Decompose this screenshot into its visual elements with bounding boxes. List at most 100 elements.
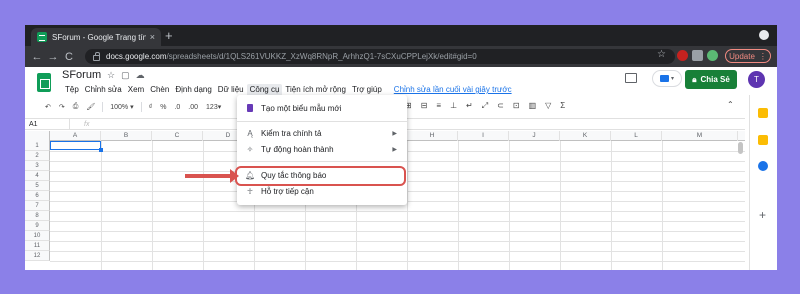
menu-insert[interactable]: Chèn	[147, 84, 172, 96]
grid-line	[458, 141, 459, 270]
currency-format-button[interactable]: ₫	[145, 104, 157, 111]
menu-item-create-form[interactable]: Tạo một biểu mẫu mới	[237, 101, 407, 115]
submenu-arrow-icon: ▶	[392, 130, 397, 137]
window-control-icon[interactable]	[759, 30, 769, 40]
column-header[interactable]: L	[611, 131, 662, 141]
merge-cells-icon[interactable]: ⊟	[421, 101, 428, 111]
update-button[interactable]: Update ⋮	[725, 49, 771, 63]
row-header[interactable]: 8	[25, 211, 50, 221]
menu-item-spellcheck[interactable]: Ą Kiểm tra chính tả ▶	[237, 126, 407, 140]
browser-tab[interactable]: SForum - Google Trang tính ×	[31, 28, 161, 46]
toolbar-right: ⊞ ⊟ ≡ ⊥ ↵ ⤢ ⊂ ⊡ ▥ ▽ Σ	[405, 101, 565, 111]
menu-item-label: Tạo một biểu mẫu mới	[261, 103, 342, 113]
chevron-down-icon: ▾	[670, 76, 674, 82]
row-header[interactable]: 3	[25, 161, 50, 171]
grid-line	[509, 141, 510, 270]
column-header[interactable]: B	[101, 131, 152, 141]
present-button[interactable]: ▾	[652, 70, 682, 87]
selected-cell-a1[interactable]	[50, 141, 103, 152]
calendar-icon[interactable]	[758, 135, 768, 145]
keep-icon[interactable]	[758, 108, 768, 118]
menu-item-accessibility[interactable]: ☥ Hỗ trợ tiếp cận	[237, 184, 407, 198]
vertical-scrollbar[interactable]	[738, 142, 743, 154]
grid-line	[50, 231, 745, 232]
accessibility-icon: ☥	[247, 186, 253, 196]
puzzle-icon[interactable]	[692, 50, 703, 61]
link-icon[interactable]: ⊂	[497, 101, 504, 111]
new-tab-button[interactable]: +	[165, 28, 173, 44]
zoom-value: 100%	[110, 104, 129, 111]
row-header[interactable]: 4	[25, 171, 50, 181]
pointer-arrow	[185, 169, 239, 183]
select-all-corner[interactable]	[25, 131, 50, 141]
row-header[interactable]: 1	[25, 141, 50, 151]
menu-format[interactable]: Định dạng	[172, 84, 214, 96]
title-icons: ☆ ▢ ☁	[107, 70, 145, 81]
rotate-icon[interactable]: ⤢	[482, 101, 488, 111]
comment-icon[interactable]: ⊡	[513, 101, 520, 111]
print-icon[interactable]: ⎙	[69, 103, 83, 111]
zoom-select[interactable]: 100% ▾	[106, 103, 137, 111]
row-header[interactable]: 6	[25, 191, 50, 201]
reload-button[interactable]: C	[61, 51, 77, 63]
move-folder-icon[interactable]: ▢	[121, 70, 130, 81]
paint-format-icon[interactable]: 🖌︎	[82, 103, 99, 111]
percent-format-button[interactable]: %	[156, 104, 170, 111]
undo-icon[interactable]: ↶	[41, 103, 55, 111]
back-button[interactable]: ←	[29, 51, 45, 63]
column-header[interactable]: I	[458, 131, 509, 141]
forward-button[interactable]: →	[45, 51, 61, 63]
document-title[interactable]: SForum	[62, 69, 101, 81]
sheets-logo[interactable]	[37, 73, 51, 92]
lock-icon	[93, 51, 100, 61]
avatar[interactable]: T	[748, 71, 765, 88]
share-button[interactable]: 🔒︎ Chia Sẻ	[685, 70, 737, 89]
more-formats-button[interactable]: 123▾	[202, 103, 225, 111]
address-bar[interactable]: docs.google.com /spreadsheets/d/1QLS261V…	[85, 49, 675, 64]
grid-line	[50, 211, 745, 212]
menu-item-autocomplete[interactable]: ✧ Tự động hoàn thành ▶	[237, 142, 407, 156]
column-header[interactable]: A	[50, 131, 101, 141]
chart-icon[interactable]: ▥	[529, 101, 537, 111]
collapse-toolbar-icon[interactable]: ⌃	[727, 100, 734, 109]
column-header[interactable]: C	[152, 131, 203, 141]
extension-icon[interactable]	[677, 50, 688, 61]
last-edit-link[interactable]: Chỉnh sửa lần cuối vài giây trước	[391, 84, 515, 96]
bookmark-star-icon[interactable]: ☆	[657, 49, 666, 60]
name-box[interactable]: A1	[25, 119, 70, 129]
row-header[interactable]: 10	[25, 231, 50, 241]
column-header[interactable]: J	[509, 131, 560, 141]
redo-icon[interactable]: ↷	[55, 103, 69, 111]
row-header[interactable]: 5	[25, 181, 50, 191]
filter-icon[interactable]: ▽	[545, 101, 551, 111]
comment-history-icon[interactable]	[625, 73, 637, 83]
wrap-icon[interactable]: ↵	[466, 101, 473, 111]
tasks-icon[interactable]	[758, 161, 768, 171]
close-tab-icon[interactable]: ×	[150, 32, 155, 42]
valign-icon[interactable]: ⊥	[450, 101, 457, 111]
column-header[interactable]: H	[407, 131, 458, 141]
menu-item-label: Hỗ trợ tiếp cận	[261, 186, 314, 196]
column-header[interactable]: M	[662, 131, 738, 141]
row-header[interactable]: 7	[25, 201, 50, 211]
url-path: /spreadsheets/d/1QLS261VUKKZ_XzWq8RNpR_A…	[166, 52, 477, 61]
grid-line	[662, 141, 663, 270]
increase-decimal-button[interactable]: .00	[184, 104, 202, 111]
add-addon-icon[interactable]: +	[759, 208, 766, 222]
menu-file[interactable]: Tệp	[62, 84, 82, 96]
menu-edit[interactable]: Chỉnh sửa	[82, 84, 125, 96]
align-icon[interactable]: ≡	[436, 101, 441, 111]
row-header[interactable]: 11	[25, 241, 50, 251]
row-header[interactable]: 2	[25, 151, 50, 161]
decrease-decimal-button[interactable]: .0	[170, 104, 184, 111]
cloud-status-icon[interactable]: ☁	[136, 70, 145, 81]
spellcheck-icon: Ą	[247, 128, 253, 138]
star-icon[interactable]: ☆	[107, 70, 115, 81]
row-header[interactable]: 9	[25, 221, 50, 231]
row-header[interactable]: 12	[25, 251, 50, 261]
column-header[interactable]: K	[560, 131, 611, 141]
profile-icon[interactable]	[707, 50, 718, 61]
divider	[102, 102, 104, 112]
menu-view[interactable]: Xem	[125, 84, 147, 96]
function-icon[interactable]: Σ	[560, 101, 565, 111]
